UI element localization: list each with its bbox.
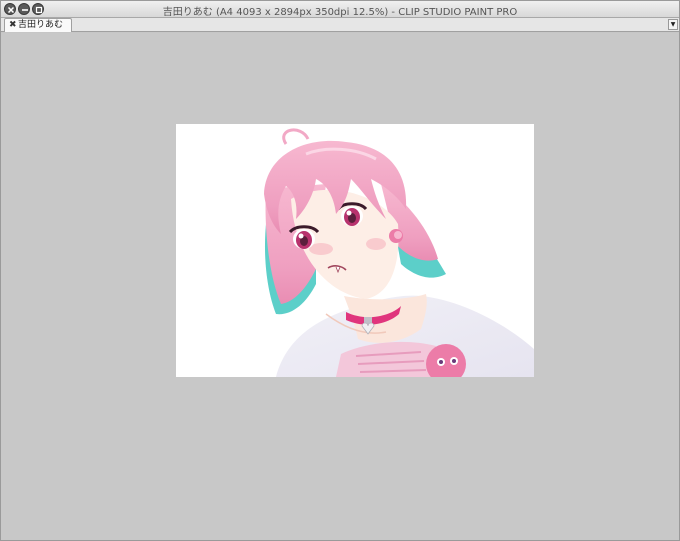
title-bar[interactable]: 吉田りあむ (A4 4093 x 2894px 350dpi 12.5%) - … [1, 1, 679, 18]
canvas-workspace[interactable] [1, 33, 679, 540]
app-window: 吉田りあむ (A4 4093 x 2894px 350dpi 12.5%) - … [0, 0, 680, 541]
window-title: 吉田りあむ (A4 4093 x 2894px 350dpi 12.5%) - … [162, 7, 518, 18]
tab-close-icon[interactable]: ✖ [9, 20, 17, 31]
document-tab-bar: ✖ 吉田りあむ ▼ [1, 18, 679, 32]
drawing-canvas[interactable] [176, 124, 534, 377]
tab-label: 吉田りあむ [18, 20, 64, 30]
tab-list-dropdown-button[interactable]: ▼ [668, 19, 678, 30]
artwork-illustration [264, 128, 534, 377]
document-tab[interactable]: ✖ 吉田りあむ [4, 18, 72, 32]
